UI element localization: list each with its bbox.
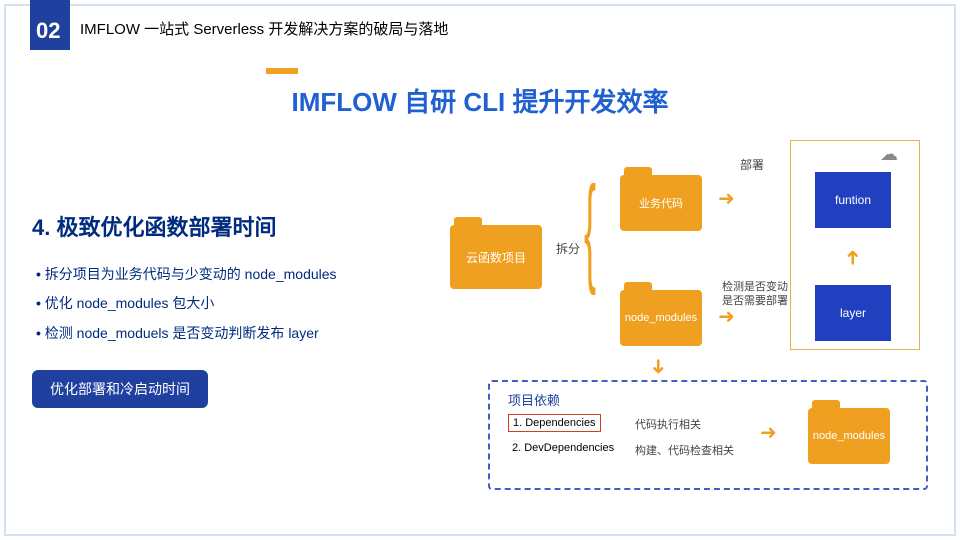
section-subtitle: 4. 极致优化函数部署时间 — [32, 210, 276, 242]
folder-icon: node_modules — [620, 290, 702, 346]
folder-icon: node_modules — [808, 408, 890, 464]
architecture-diagram: 云函数项目 拆分 { 业务代码 node_modules ☁ funtion l… — [450, 140, 940, 520]
dep-note: 代码执行相关 — [635, 416, 701, 432]
arrow-icon: ➜ — [646, 358, 671, 375]
arrow-icon: ➜ — [760, 420, 777, 445]
bullet-list: 拆分项目为业务代码与少变动的 node_modules 优化 node_modu… — [36, 260, 337, 348]
bullet-item: 检测 node_moduels 是否变动判断发布 layer — [36, 319, 337, 348]
breadcrumb: IMFLOW 一站式 Serverless 开发解决方案的破局与落地 — [80, 18, 448, 39]
function-box: funtion — [815, 172, 891, 228]
arrow-icon: ➜ — [718, 186, 735, 211]
arrow-icon: ➜ — [718, 304, 735, 329]
arrow-icon: ➜ — [840, 249, 865, 266]
page-number: 02 — [36, 18, 60, 44]
layer-box: layer — [815, 285, 891, 341]
dependency-item: 2. DevDependencies — [508, 440, 618, 456]
bullet-item: 拆分项目为业务代码与少变动的 node_modules — [36, 260, 337, 289]
split-label: 拆分 — [556, 240, 580, 257]
highlight-badge: 优化部署和冷启动时间 — [32, 370, 208, 408]
dep-note: 构建、代码检查相关 — [635, 442, 734, 458]
dependency-item: 1. Dependencies — [508, 414, 601, 432]
title-accent — [266, 68, 298, 74]
main-title: IMFLOW 自研 CLI 提升开发效率 — [0, 82, 960, 119]
folder-icon: 云函数项目 — [450, 225, 542, 289]
brace-icon: { — [584, 160, 596, 298]
deps-title: 项目依赖 — [508, 390, 560, 409]
deploy-label: 部署 — [740, 156, 764, 173]
cloud-icon: ☁ — [880, 144, 898, 165]
bullet-item: 优化 node_modules 包大小 — [36, 289, 337, 318]
folder-icon: 业务代码 — [620, 175, 702, 231]
